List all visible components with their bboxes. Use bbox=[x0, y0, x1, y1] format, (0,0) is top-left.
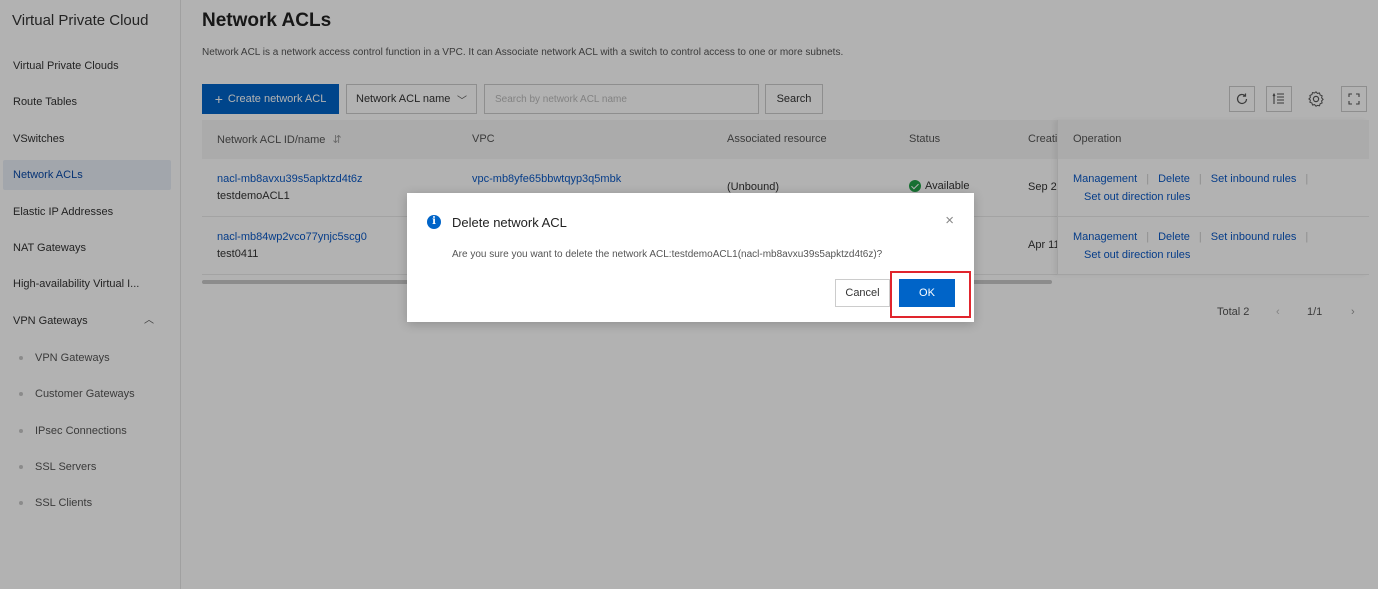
info-icon: i bbox=[427, 215, 441, 229]
delete-network-acl-dialog: i Delete network ACL × Are you sure you … bbox=[407, 193, 974, 322]
close-icon[interactable]: × bbox=[945, 212, 954, 229]
dialog-message: Are you sure you want to delete the netw… bbox=[452, 249, 883, 260]
cancel-button[interactable]: Cancel bbox=[835, 279, 890, 307]
dialog-title: Delete network ACL bbox=[452, 215, 567, 230]
highlight-box bbox=[890, 271, 971, 318]
